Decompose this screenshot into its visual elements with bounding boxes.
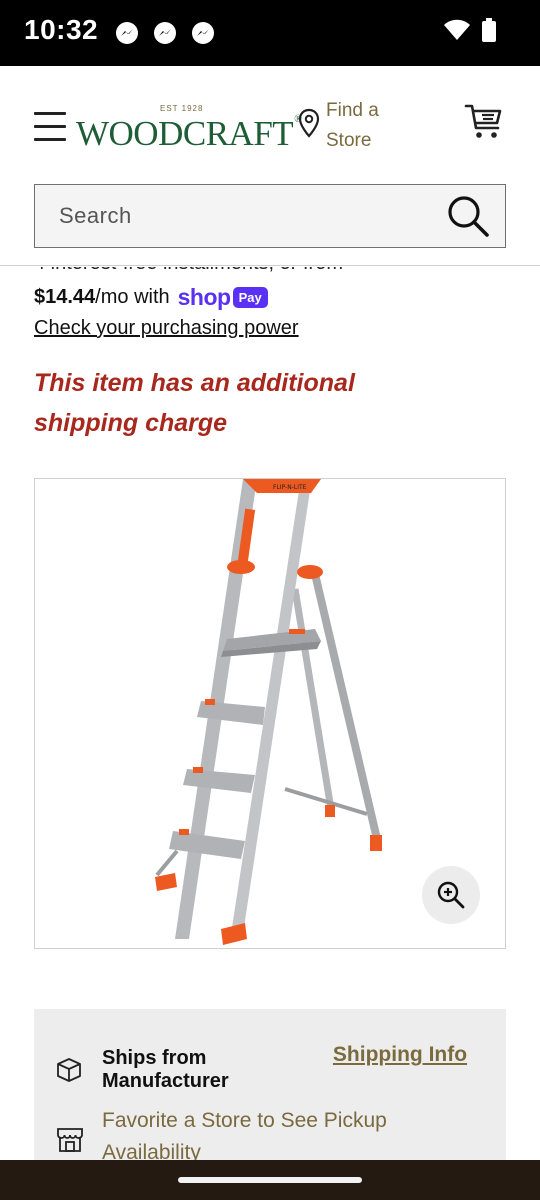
price-line: $14.44 /mo with shop Pay [34,284,268,311]
installments-text: 4 interest-free installments, or from [34,267,343,275]
ships-from-manufacturer: Ships from Manufacturer [102,1047,229,1092]
shop-pay-logo: shop [177,284,231,310]
search-input[interactable] [59,197,439,235]
messenger-icon [116,22,138,44]
battery-icon [482,18,496,42]
zoom-in-icon [437,881,465,909]
home-indicator[interactable] [178,1177,362,1183]
search-bar [34,184,506,248]
package-icon [57,1058,81,1082]
find-a-store-label: Find a Store [326,100,379,151]
cart-icon[interactable] [464,102,504,142]
ladder-image: FLIP-N-LITE [155,479,382,945]
additional-shipping-notice: This item has an additional shipping cha… [34,369,355,437]
logo-wordmark: WOODCRAFT® [76,114,302,153]
system-nav-bar [0,1160,540,1200]
favorite-store-link[interactable]: Favorite a Store to See Pickup Availabil… [102,1105,482,1160]
woodcraft-logo[interactable]: EST 1928 WOODCRAFT® [76,104,302,154]
find-a-store-link[interactable]: Find a Store [298,94,418,158]
messenger-icon [192,22,214,44]
shipping-info-link[interactable]: Shipping Info [330,1039,470,1071]
wifi-icon [444,19,470,40]
status-bar: 10:32 [0,0,540,66]
system-icons [444,18,496,42]
shop-pay-badge: Pay [232,287,268,308]
price-suffix: /mo with [95,286,170,308]
search-icon[interactable] [445,193,491,239]
menu-icon[interactable] [34,112,66,142]
zoom-button[interactable] [422,866,480,924]
product-content: 4 interest-free installments, or from $1… [0,267,540,1160]
status-time: 10:32 [24,14,99,45]
check-purchasing-power-link[interactable]: Check your purchasing power [34,317,299,340]
shipping-availability-panel: Ships from Manufacturer Shipping Info Fa… [34,1009,506,1160]
svg-text:FLIP-N-LITE: FLIP-N-LITE [273,484,307,491]
location-pin-icon [298,108,320,138]
messenger-icon [154,22,176,44]
logo-est-label: EST 1928 [160,104,204,113]
product-image[interactable]: FLIP-N-LITE [34,478,506,949]
store-icon [57,1128,83,1152]
monthly-price: $14.44 [34,286,96,308]
site-header: EST 1928 WOODCRAFT® Find a Store [0,66,540,266]
notification-icons [114,20,216,46]
